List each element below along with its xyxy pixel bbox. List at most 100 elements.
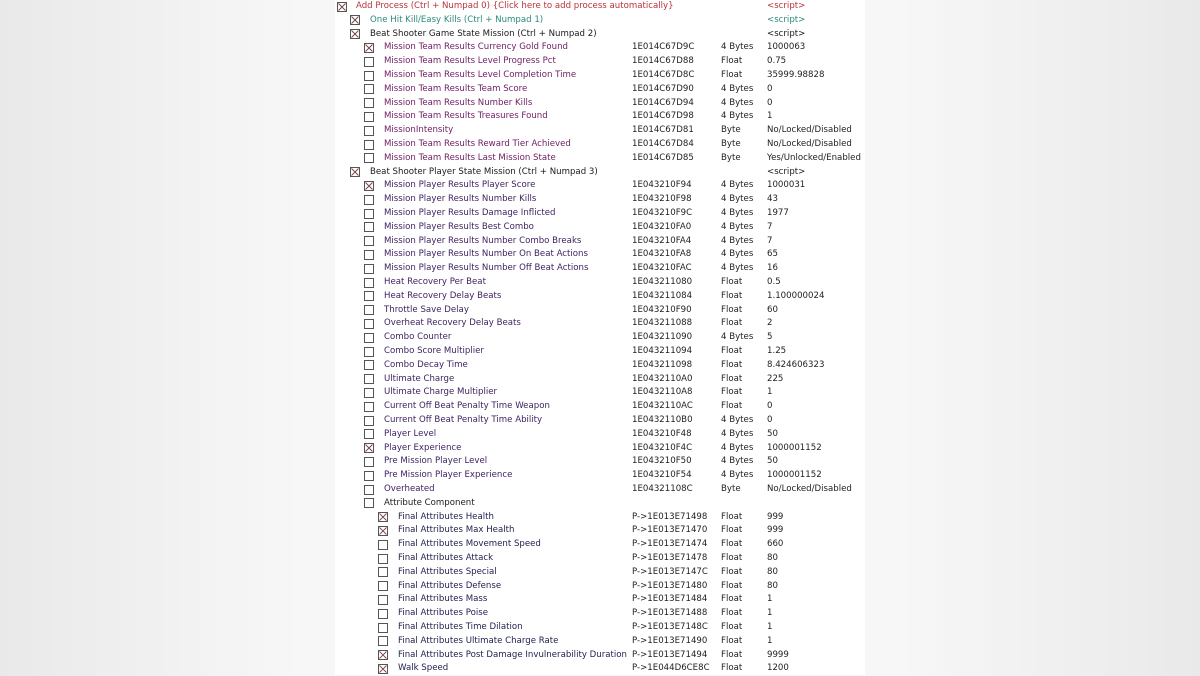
- active-checkbox[interactable]: [378, 567, 388, 578]
- table-row[interactable]: Throttle Save Delay 1E043210F90 Float 60: [335, 304, 865, 318]
- table-row[interactable]: Final Attributes Movement Speed P->1E013E…: [335, 538, 865, 552]
- active-checkbox[interactable]: [378, 512, 388, 523]
- table-row[interactable]: Final Attributes Special P->1E013E7147C Fl…: [335, 566, 865, 580]
- active-checkbox[interactable]: [364, 56, 374, 67]
- active-checkbox[interactable]: [378, 525, 388, 536]
- active-checkbox[interactable]: [364, 498, 374, 509]
- active-checkbox[interactable]: [378, 650, 388, 661]
- table-row[interactable]: Overheated 1E04321108C Byte No/Locked/Disab…: [335, 483, 865, 497]
- table-row[interactable]: Mission Player Results Number Combo Brea…: [335, 235, 865, 249]
- active-checkbox[interactable]: [364, 111, 374, 122]
- table-row[interactable]: One Hit Kill/Easy Kills (Ctrl + Numpad 1…: [335, 14, 865, 28]
- active-checkbox[interactable]: [350, 29, 360, 40]
- active-checkbox[interactable]: [364, 249, 374, 260]
- table-row[interactable]: Current Off Beat Penalty Time Weapon 1E04…: [335, 400, 865, 414]
- active-checkbox[interactable]: [364, 153, 374, 164]
- table-row[interactable]: Final Attributes Post Damage Invulnerabi…: [335, 649, 865, 663]
- table-row[interactable]: Pre Mission Player Level 1E043210F50 4 Byt…: [335, 455, 865, 469]
- table-row[interactable]: Final Attributes Mass P->1E013E71484 Float…: [335, 593, 865, 607]
- table-row[interactable]: Mission Team Results Level Progress Pct 1…: [335, 55, 865, 69]
- active-checkbox[interactable]: [364, 305, 374, 316]
- table-row[interactable]: Overheat Recovery Delay Beats 1E043211088…: [335, 317, 865, 331]
- active-checkbox[interactable]: [350, 15, 360, 26]
- table-row[interactable]: Beat Shooter Player State Mission (Ctrl …: [335, 166, 865, 180]
- active-checkbox[interactable]: [378, 622, 388, 633]
- table-row[interactable]: Mission Player Results Number Off Beat A…: [335, 262, 865, 276]
- active-checkbox[interactable]: [364, 222, 374, 233]
- table-row[interactable]: Final Attributes Health P->1E013E71498 Flo…: [335, 511, 865, 525]
- entry-type: Float: [721, 401, 743, 412]
- active-checkbox[interactable]: [364, 84, 374, 95]
- table-row[interactable]: Mission Team Results Level Completion Ti…: [335, 69, 865, 83]
- active-checkbox[interactable]: [364, 484, 374, 495]
- table-row[interactable]: Final Attributes Max Health P->1E013E7147…: [335, 524, 865, 538]
- active-checkbox[interactable]: [364, 470, 374, 481]
- active-checkbox[interactable]: [364, 360, 374, 371]
- table-row[interactable]: Beat Shooter Game State Mission (Ctrl + …: [335, 28, 865, 42]
- active-checkbox[interactable]: [378, 581, 388, 592]
- active-checkbox[interactable]: [364, 139, 374, 150]
- active-checkbox[interactable]: [378, 636, 388, 647]
- table-row[interactable]: Mission Team Results Treasures Found 1E01…: [335, 110, 865, 124]
- active-checkbox[interactable]: [364, 42, 374, 53]
- active-checkbox[interactable]: [364, 277, 374, 288]
- entry-type: 4 Bytes: [721, 456, 754, 467]
- table-row[interactable]: Combo Decay Time 1E043211098 Float 8.424606…: [335, 359, 865, 373]
- table-row[interactable]: Mission Player Results Number Kills 1E043…: [335, 193, 865, 207]
- table-row[interactable]: Mission Player Results Damage Inflicted 1…: [335, 207, 865, 221]
- active-checkbox[interactable]: [364, 429, 374, 440]
- active-checkbox[interactable]: [364, 387, 374, 398]
- table-row[interactable]: MissionIntensity 1E014C67D81 Byte No/Locked…: [335, 124, 865, 138]
- active-checkbox[interactable]: [364, 125, 374, 136]
- table-row[interactable]: Walk Speed P->1E044D6CE8C Float 1200: [335, 662, 865, 676]
- active-checkbox[interactable]: [364, 346, 374, 357]
- table-row[interactable]: Mission Player Results Best Combo 1E04321…: [335, 221, 865, 235]
- table-row[interactable]: Player Experience 1E043210F4C 4 Bytes 10000…: [335, 442, 865, 456]
- table-row[interactable]: Player Level 1E043210F48 4 Bytes 50: [335, 428, 865, 442]
- active-checkbox[interactable]: [364, 456, 374, 467]
- active-checkbox[interactable]: [378, 594, 388, 605]
- table-row[interactable]: Heat Recovery Per Beat 1E043211080 Float 0.…: [335, 276, 865, 290]
- table-row[interactable]: Final Attributes Defense P->1E013E71480 Fl…: [335, 580, 865, 594]
- table-row[interactable]: Final Attributes Poise P->1E013E71488 Floa…: [335, 607, 865, 621]
- active-checkbox[interactable]: [364, 70, 374, 81]
- table-row[interactable]: Mission Team Results Reward Tier Achieve…: [335, 138, 865, 152]
- table-row[interactable]: Combo Counter 1E043211090 4 Bytes 5: [335, 331, 865, 345]
- active-checkbox[interactable]: [364, 443, 374, 454]
- table-row[interactable]: Mission Player Results Player Score 1E043…: [335, 179, 865, 193]
- active-checkbox[interactable]: [364, 263, 374, 274]
- active-checkbox[interactable]: [378, 553, 388, 564]
- active-checkbox[interactable]: [364, 332, 374, 343]
- table-row[interactable]: Mission Team Results Number Kills 1E014C6…: [335, 97, 865, 111]
- table-row[interactable]: Final Attributes Attack P->1E013E71478 Flo…: [335, 552, 865, 566]
- active-checkbox[interactable]: [364, 208, 374, 219]
- table-row[interactable]: Current Off Beat Penalty Time Ability 1E0…: [335, 414, 865, 428]
- active-checkbox[interactable]: [364, 401, 374, 412]
- table-row[interactable]: Ultimate Charge 1E0432110A0 Float 225: [335, 373, 865, 387]
- active-checkbox[interactable]: [337, 1, 347, 12]
- table-row[interactable]: Attribute Component: [335, 497, 865, 511]
- active-checkbox[interactable]: [350, 167, 360, 178]
- active-checkbox[interactable]: [364, 291, 374, 302]
- table-row[interactable]: Combo Score Multiplier 1E043211094 Float 1.…: [335, 345, 865, 359]
- table-row[interactable]: Mission Team Results Last Mission State 1…: [335, 152, 865, 166]
- active-checkbox[interactable]: [378, 663, 388, 674]
- active-checkbox[interactable]: [378, 539, 388, 550]
- active-checkbox[interactable]: [364, 318, 374, 329]
- active-checkbox[interactable]: [364, 98, 374, 109]
- table-row[interactable]: Add Process (Ctrl + Numpad 0) {Click her…: [335, 0, 865, 14]
- table-row[interactable]: Mission Team Results Currency Gold Found…: [335, 41, 865, 55]
- table-row[interactable]: Final Attributes Time Dilation P->1E013E7…: [335, 621, 865, 635]
- active-checkbox[interactable]: [364, 374, 374, 385]
- table-row[interactable]: Final Attributes Ultimate Charge Rate P->…: [335, 635, 865, 649]
- table-row[interactable]: Heat Recovery Delay Beats 1E043211084 Floa…: [335, 290, 865, 304]
- active-checkbox[interactable]: [378, 608, 388, 619]
- active-checkbox[interactable]: [364, 180, 374, 191]
- table-row[interactable]: Pre Mission Player Experience 1E043210F54…: [335, 469, 865, 483]
- table-row[interactable]: Ultimate Charge Multiplier 1E0432110A8 Flo…: [335, 386, 865, 400]
- table-row[interactable]: Mission Team Results Team Score 1E014C67D…: [335, 83, 865, 97]
- active-checkbox[interactable]: [364, 194, 374, 205]
- table-row[interactable]: Mission Player Results Number On Beat Ac…: [335, 248, 865, 262]
- active-checkbox[interactable]: [364, 236, 374, 247]
- active-checkbox[interactable]: [364, 415, 374, 426]
